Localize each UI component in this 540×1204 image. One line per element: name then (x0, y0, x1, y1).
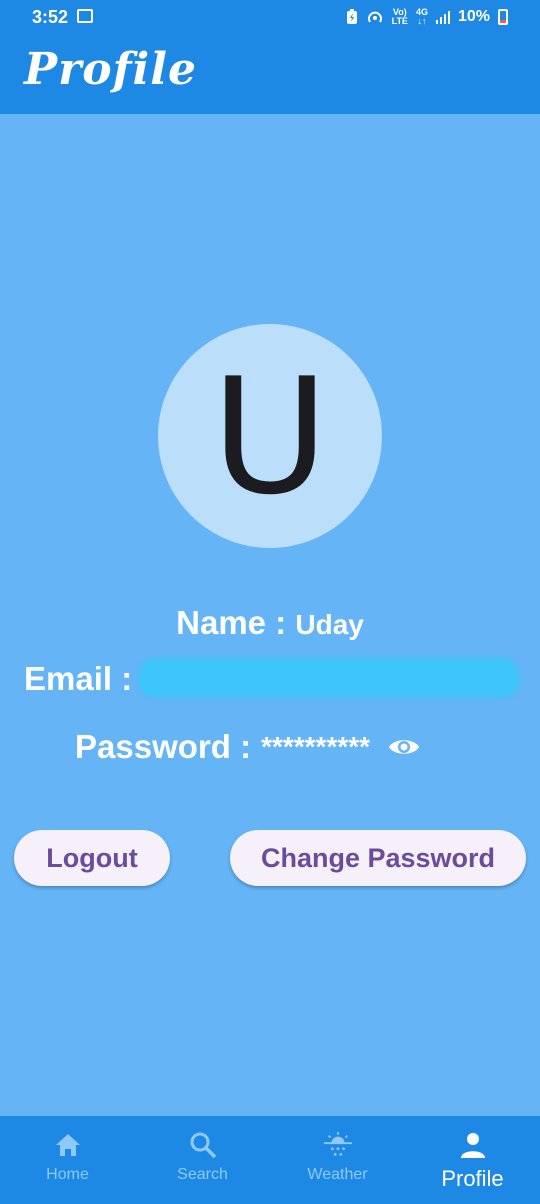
name-label: Name : (176, 604, 296, 641)
status-time: 3:52 (32, 7, 69, 27)
email-label: Email : (24, 660, 133, 697)
nav-label-search: Search (177, 1166, 228, 1183)
hotspot-icon (367, 11, 382, 23)
battery-percent: 10% (457, 8, 490, 25)
nav-label-profile: Profile (441, 1166, 504, 1191)
email-value-redacted (138, 658, 520, 698)
network-type-indicator: 4G ↓↑ (415, 7, 428, 26)
weather-icon (323, 1130, 353, 1160)
page-title: Profile (24, 44, 197, 95)
logout-button[interactable]: Logout (14, 830, 170, 886)
nav-item-home[interactable]: Home (0, 1116, 135, 1204)
person-icon (458, 1130, 488, 1160)
volte-indicator: Vo) LTE (391, 7, 408, 26)
password-label: Password : (75, 728, 252, 765)
avatar-initial: U (211, 342, 329, 530)
name-value: Uday (295, 609, 364, 640)
image-notification-icon (77, 9, 93, 23)
search-icon (188, 1130, 218, 1160)
password-row: Password : ********** (75, 728, 420, 766)
nav-item-search[interactable]: Search (135, 1116, 270, 1204)
nav-item-weather[interactable]: Weather (270, 1116, 405, 1204)
password-value: ********** (261, 731, 371, 762)
avatar: U (158, 324, 382, 548)
status-icons: Vo) LTE 4G ↓↑ 10% (346, 6, 508, 28)
nav-label-weather: Weather (307, 1166, 368, 1183)
home-icon (53, 1130, 83, 1160)
email-row: Email : (24, 660, 132, 698)
signal-icon (435, 11, 450, 24)
name-row: Name : Uday (0, 604, 540, 642)
status-bar: 3:52 Vo) LTE 4G ↓↑ 10% (0, 0, 540, 34)
battery-saver-icon (346, 9, 357, 24)
app-bar: Profile (0, 34, 540, 114)
change-password-button[interactable]: Change Password (230, 830, 526, 886)
bottom-navigation: Home Search Weather Profile (0, 1116, 540, 1204)
battery-icon (498, 9, 508, 25)
nav-label-home: Home (46, 1166, 89, 1183)
eye-icon[interactable] (388, 736, 420, 758)
nav-item-profile[interactable]: Profile (405, 1116, 540, 1204)
